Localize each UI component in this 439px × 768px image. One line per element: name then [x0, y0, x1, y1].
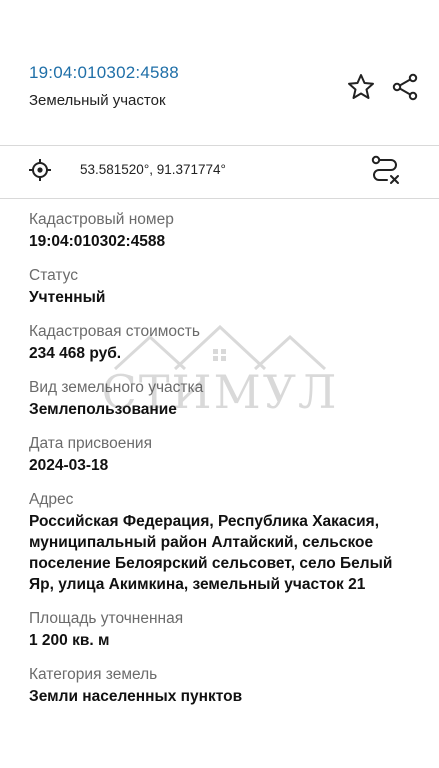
field-assignment-date: Дата присвоения 2024-03-18 — [29, 434, 419, 476]
object-type-subtitle: Земельный участок — [29, 92, 166, 109]
property-info-list: Кадастровый номер 19:04:010302:4588 Стат… — [29, 210, 419, 721]
field-label: Категория земель — [29, 666, 158, 683]
field-value: 19:04:010302:4588 — [29, 233, 166, 250]
field-value: Землепользование — [29, 401, 177, 418]
route-icon[interactable] — [370, 154, 400, 186]
field-cadastral-value: Кадастровая стоимость 234 468 руб. — [29, 322, 419, 364]
field-land-plot-type: Вид земельного участка Землепользование — [29, 378, 419, 420]
field-area: Площадь уточненная 1 200 кв. м — [29, 609, 419, 651]
field-label: Вид земельного участка — [29, 379, 204, 396]
star-icon[interactable] — [346, 72, 376, 102]
field-cadastral-number: Кадастровый номер 19:04:010302:4588 — [29, 210, 419, 252]
field-label: Адрес — [29, 491, 74, 508]
target-icon[interactable] — [28, 158, 52, 182]
field-value: 1 200 кв. м — [29, 632, 110, 649]
header-panel: 19:04:010302:4588 Земельный участок — [0, 0, 439, 146]
field-status: Статус Учтенный — [29, 266, 419, 308]
field-value: Учтенный — [29, 289, 106, 306]
field-value: 234 468 руб. — [29, 345, 122, 362]
field-value: Земли населенных пунктов — [29, 688, 243, 705]
field-value: 2024-03-18 — [29, 457, 109, 474]
field-label: Кадастровая стоимость — [29, 323, 200, 340]
field-label: Статус — [29, 267, 78, 284]
coordinates-text: 53.581520°, 91.371774° — [80, 162, 226, 177]
cadastral-number-link[interactable]: 19:04:010302:4588 — [29, 63, 179, 83]
field-label: Площадь уточненная — [29, 610, 184, 627]
share-icon[interactable] — [390, 72, 420, 102]
field-label: Кадастровый номер — [29, 211, 174, 228]
field-land-category: Категория земель Земли населенных пункто… — [29, 665, 419, 707]
field-label: Дата присвоения — [29, 435, 152, 452]
field-address: Адрес Российская Федерация, Республика Х… — [29, 490, 419, 595]
field-value: Российская Федерация, Республика Хакасия… — [29, 513, 393, 593]
